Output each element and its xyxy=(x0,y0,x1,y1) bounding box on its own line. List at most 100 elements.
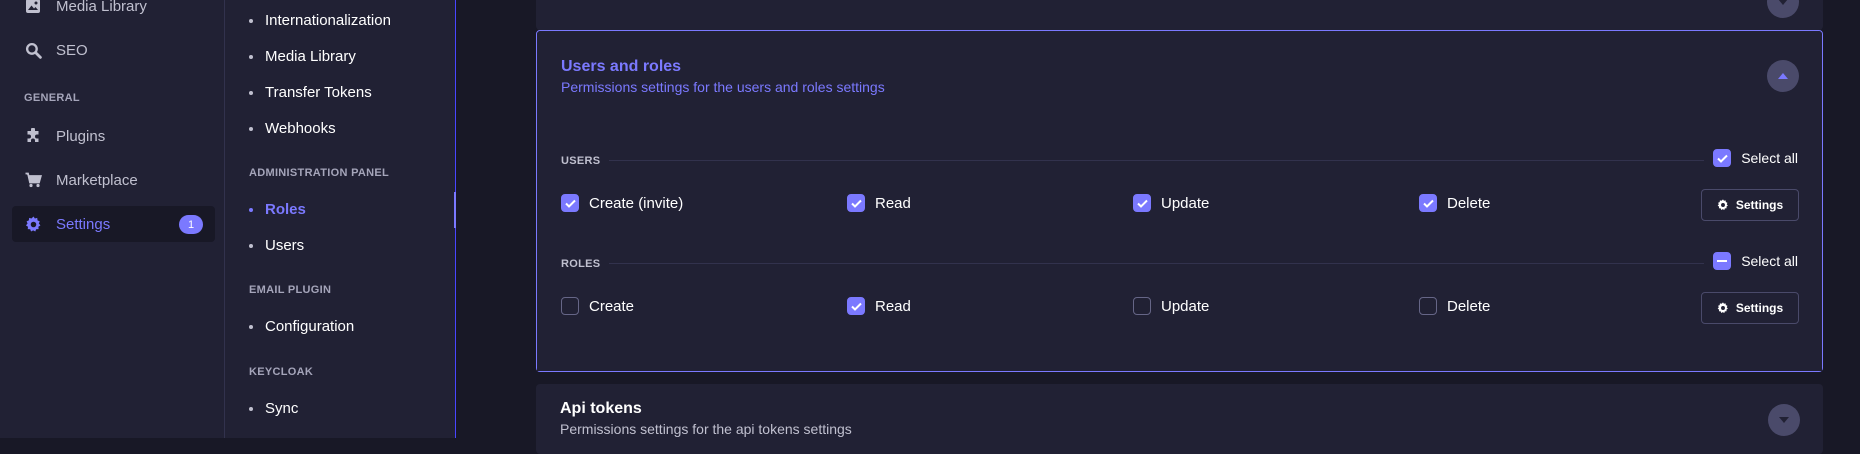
checkbox-indeterminate[interactable] xyxy=(1713,252,1732,270)
select-all-label: Select all xyxy=(1741,253,1798,269)
nav-item-label: Settings xyxy=(56,215,111,233)
minus-icon xyxy=(1717,260,1728,262)
subnav-item-label: Media Library xyxy=(265,48,356,65)
expand-toggle[interactable] xyxy=(1768,404,1800,436)
api-tokens-card[interactable]: Api tokens Permissions settings for the … xyxy=(536,384,1823,454)
bullet-icon xyxy=(249,126,253,131)
users-permission-update[interactable]: Update xyxy=(1133,194,1209,212)
subnav-section-email-plugin: EMAIL PLUGIN xyxy=(249,284,332,296)
subnav-item-label: Users xyxy=(265,237,305,254)
subnav-item-roles[interactable]: Roles xyxy=(249,201,306,218)
users-and-roles-card: Users and roles Permissions settings for… xyxy=(536,30,1823,372)
checkbox-checked[interactable] xyxy=(561,194,579,212)
checkbox-checked[interactable] xyxy=(847,194,865,212)
gear-icon xyxy=(1717,302,1729,314)
roles-settings-button[interactable]: Settings xyxy=(1701,292,1799,324)
bullet-icon xyxy=(249,90,253,95)
checkbox-unchecked[interactable] xyxy=(1419,297,1437,315)
permission-label: Update xyxy=(1161,194,1210,212)
check-icon xyxy=(1716,154,1728,163)
subnav-item-label: Internationalization xyxy=(265,12,391,29)
subnav-section-keycloak: KEYCLOAK xyxy=(249,366,314,378)
gear-icon xyxy=(24,215,42,233)
users-permission-read[interactable]: Read xyxy=(847,194,911,212)
nav-item-label: Plugins xyxy=(56,127,106,145)
users-permission-delete[interactable]: Delete xyxy=(1419,194,1490,212)
previous-permission-card xyxy=(536,0,1823,30)
expand-toggle[interactable] xyxy=(1767,0,1799,18)
subnav-item-media-library[interactable]: Media Library xyxy=(249,48,356,65)
main-navigation: Media Library SEO GENERAL Plugins Market… xyxy=(0,0,225,438)
subnav-item-webhooks[interactable]: Webhooks xyxy=(249,120,336,137)
subnav-item-configuration[interactable]: Configuration xyxy=(249,318,354,335)
settings-button-label: Settings xyxy=(1735,301,1784,315)
section-label-roles: ROLES xyxy=(561,258,601,270)
subnav-section-administration: ADMINISTRATION PANEL xyxy=(249,167,390,179)
subnav-item-label: Configuration xyxy=(265,318,355,335)
roles-permission-update[interactable]: Update xyxy=(1133,297,1209,315)
check-icon xyxy=(564,199,576,208)
check-icon xyxy=(850,199,862,208)
permission-label: Create xyxy=(589,297,635,315)
puzzle-icon xyxy=(24,127,42,145)
nav-item-plugins[interactable]: Plugins xyxy=(12,118,215,154)
roles-permission-delete[interactable]: Delete xyxy=(1419,297,1490,315)
nav-item-marketplace[interactable]: Marketplace xyxy=(12,162,215,198)
subnav-item-sync[interactable]: Sync xyxy=(249,400,298,417)
subnav-item-label: Webhooks xyxy=(265,120,336,137)
notification-badge: 1 xyxy=(179,215,203,234)
card-title: Users and roles xyxy=(561,58,682,75)
nav-item-label: SEO xyxy=(56,41,88,59)
nav-item-settings[interactable]: Settings 1 xyxy=(12,206,215,242)
permission-label: Create (invite) xyxy=(589,194,684,212)
subnav-item-label: Roles xyxy=(265,201,306,218)
nav-section-general: GENERAL xyxy=(24,92,80,104)
permission-label: Delete xyxy=(1447,194,1491,212)
roles-select-all[interactable]: Select all xyxy=(1713,252,1798,270)
card-header[interactable]: Users and roles Permissions settings for… xyxy=(537,31,1822,119)
section-divider xyxy=(609,263,1704,264)
subnav-item-label: Sync xyxy=(265,400,299,417)
users-permission-create[interactable]: Create (invite) xyxy=(561,194,683,212)
roles-permission-create[interactable]: Create xyxy=(561,297,634,315)
nav-item-label: Marketplace xyxy=(56,171,138,189)
nav-item-label: Media Library xyxy=(56,0,147,15)
select-all-label: Select all xyxy=(1741,150,1798,166)
card-subtitle: Permissions settings for the api tokens … xyxy=(560,421,852,437)
chevron-up-icon xyxy=(1778,73,1788,79)
users-select-all[interactable]: Select all xyxy=(1713,149,1798,167)
cart-icon xyxy=(24,171,42,189)
subnav-item-transfer-tokens[interactable]: Transfer Tokens xyxy=(249,84,372,101)
permission-label: Read xyxy=(875,194,911,212)
checkbox-unchecked[interactable] xyxy=(561,297,579,315)
checkbox-checked[interactable] xyxy=(1419,194,1437,212)
users-settings-button[interactable]: Settings xyxy=(1701,189,1799,221)
card-title: Api tokens xyxy=(560,400,642,417)
search-icon xyxy=(24,41,42,59)
roles-permission-read[interactable]: Read xyxy=(847,297,911,315)
check-icon xyxy=(850,302,862,311)
permission-label: Delete xyxy=(1447,297,1491,315)
active-indicator xyxy=(454,192,456,228)
checkbox-unchecked[interactable] xyxy=(1133,297,1151,315)
settings-button-label: Settings xyxy=(1735,198,1784,212)
bullet-icon xyxy=(249,243,253,248)
gear-icon xyxy=(1717,199,1729,211)
nav-item-seo[interactable]: SEO xyxy=(12,32,215,68)
bullet-icon xyxy=(249,54,253,59)
collapse-toggle[interactable] xyxy=(1767,60,1799,92)
subnav-item-users[interactable]: Users xyxy=(249,237,304,254)
checkbox-checked[interactable] xyxy=(1133,194,1151,212)
card-body: USERS Select all Create (invite) Read Up… xyxy=(537,119,1822,371)
settings-sub-navigation: Internationalization Media Library Trans… xyxy=(225,0,456,438)
check-icon xyxy=(1422,199,1434,208)
permission-label: Update xyxy=(1161,297,1210,315)
subnav-item-internationalization[interactable]: Internationalization xyxy=(249,12,391,29)
checkbox-checked[interactable] xyxy=(1713,149,1732,167)
subnav-item-label: Transfer Tokens xyxy=(265,84,372,101)
bullet-icon xyxy=(249,324,253,329)
section-divider xyxy=(609,160,1704,161)
nav-item-media-library[interactable]: Media Library xyxy=(12,0,215,24)
bullet-icon xyxy=(249,18,253,23)
checkbox-checked[interactable] xyxy=(847,297,865,315)
